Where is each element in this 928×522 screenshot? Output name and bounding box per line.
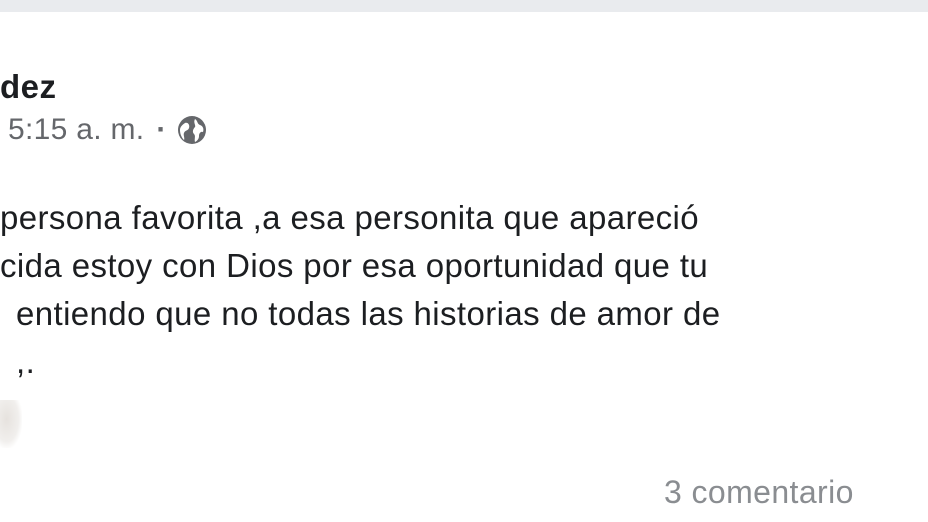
post-card: dez 5:15 a. m. · persona favorita ,a esa… <box>0 12 928 522</box>
comments-count-link[interactable]: 3 comentario <box>664 474 854 511</box>
post-meta: 5:15 a. m. · <box>8 112 208 148</box>
post-author-name[interactable]: dez <box>0 68 57 106</box>
post-text-line: entiendo que no todas las historias de a… <box>16 295 721 332</box>
globe-icon[interactable] <box>176 114 208 146</box>
emoji-fragment <box>0 400 22 448</box>
meta-separator: · <box>156 113 167 146</box>
post-text-line: persona favorita ,a esa personita que ap… <box>0 199 700 236</box>
post-body: persona favorita ,a esa personita que ap… <box>0 194 928 386</box>
post-timestamp[interactable]: 5:15 a. m. <box>8 113 144 147</box>
post-text-line: ,. <box>16 343 36 380</box>
post-text-line: cida estoy con Dios por esa oportunidad … <box>0 247 709 284</box>
